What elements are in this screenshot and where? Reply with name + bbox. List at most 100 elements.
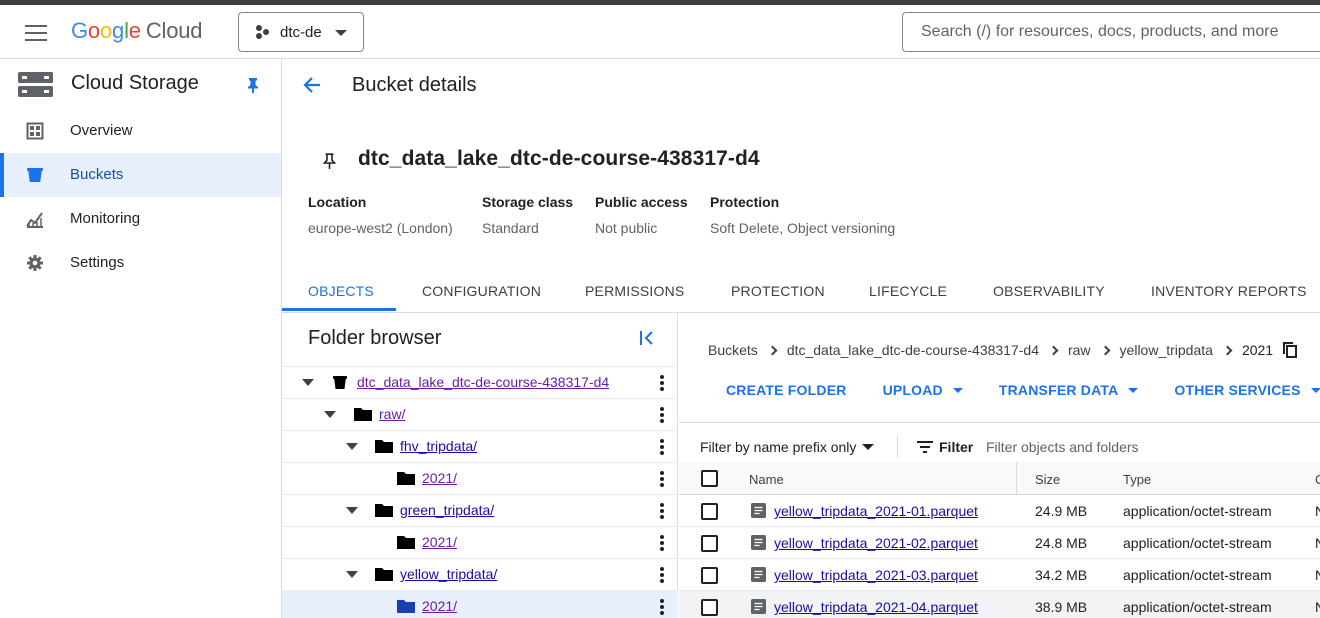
tree-node-label[interactable]: green_tripdata/ [400,502,494,518]
row-checkbox[interactable] [701,535,718,552]
select-all-checkbox[interactable] [701,470,718,487]
object-created: N [1315,535,1320,551]
object-size: 24.9 MB [1035,503,1088,519]
chevron-right-icon [1222,345,1233,355]
column-header-name[interactable]: Name [749,472,784,487]
chevron-right-icon [767,345,778,355]
tree-node-label[interactable]: yellow_tripdata/ [400,566,497,582]
tree-node-label[interactable]: 2021/ [422,470,457,486]
expand-arrow-icon[interactable] [302,379,314,386]
object-size: 34.2 MB [1035,567,1088,583]
bucket-name: dtc_data_lake_dtc-de-course-438317-d4 [358,147,760,170]
object-created: N [1315,567,1320,583]
tab-permissions[interactable]: PERMISSIONS [585,283,684,299]
filter-mode-label: Filter by name prefix only [700,439,857,455]
copy-icon[interactable] [1283,342,1298,358]
search-input[interactable]: Search (/) for resources, docs, products… [902,12,1320,52]
tree-node-folder[interactable]: 2021/ [282,526,678,558]
table-row: yellow_tripdata_2021-03.parquet 34.2 MB … [679,559,1320,591]
tree-node-folder[interactable]: fhv_tripdata/ [282,430,678,462]
tab-inventory-reports[interactable]: INVENTORY REPORTS [1151,283,1307,299]
breadcrumb-item[interactable]: dtc_data_lake_dtc-de-course-438317-d4 [787,342,1039,358]
more-vert-icon[interactable] [660,503,664,519]
pin-icon[interactable] [246,77,260,93]
more-vert-icon[interactable] [660,439,664,455]
more-vert-icon[interactable] [660,567,664,583]
tab-objects[interactable]: OBJECTS [308,283,374,299]
folder-icon [397,536,415,549]
sidebar-item-overview[interactable]: Overview [0,109,281,153]
tree-node-folder[interactable]: green_tripdata/ [282,494,678,526]
logo-letter: e [128,18,141,43]
breadcrumb-item[interactable]: yellow_tripdata [1120,342,1213,358]
column-header-type[interactable]: Type [1123,472,1151,487]
sidebar-item-label: Overview [70,122,133,139]
dropdown-arrow-icon [1128,387,1139,393]
more-vert-icon[interactable] [660,535,664,551]
table-row: yellow_tripdata_2021-01.parquet 24.9 MB … [679,495,1320,527]
folder-icon [375,440,393,453]
project-picker[interactable]: dtc-de [238,12,364,52]
expand-arrow-icon[interactable] [346,443,358,450]
tree-node-folder[interactable]: raw/ [282,398,678,430]
tree-node-label[interactable]: 2021/ [422,534,457,550]
object-name-link[interactable]: yellow_tripdata_2021-01.parquet [774,503,978,519]
tree-node-label[interactable]: fhv_tripdata/ [400,438,477,454]
chevron-right-icon [1048,345,1059,355]
action-label: UPLOAD [882,382,943,398]
row-checkbox[interactable] [701,567,718,584]
bucket-icon [333,376,347,389]
tab-protection[interactable]: PROTECTION [731,283,825,299]
object-name-link[interactable]: yellow_tripdata_2021-04.parquet [774,599,978,615]
object-type: application/octet-stream [1123,567,1272,583]
breadcrumb-item[interactable]: raw [1068,342,1091,358]
upload-button[interactable]: UPLOAD [883,382,963,398]
more-vert-icon[interactable] [660,407,664,423]
tab-configuration[interactable]: CONFIGURATION [422,283,541,299]
more-vert-icon[interactable] [660,471,664,487]
object-created: N [1315,503,1320,519]
expand-arrow-icon[interactable] [346,507,358,514]
action-label: OTHER SERVICES [1174,382,1301,398]
column-header-created[interactable]: C [1315,472,1320,487]
sidebar-item-settings[interactable]: Settings [0,241,281,285]
google-cloud-logo[interactable]: Google Cloud [71,18,202,44]
main-content: Bucket details dtc_data_lake_dtc-de-cour… [282,59,1320,618]
filter-input[interactable]: Filter objects and folders [986,439,1139,455]
column-header-size[interactable]: Size [1035,472,1060,487]
tree-node-folder[interactable]: yellow_tripdata/ [282,558,678,590]
info-value: europe-west2 (London) [308,220,453,236]
object-name-link[interactable]: yellow_tripdata_2021-02.parquet [774,535,978,551]
sidebar-item-monitoring[interactable]: Monitoring [0,197,281,241]
filter-mode-select[interactable]: Filter by name prefix only [700,439,875,455]
dropdown-arrow-icon [952,387,963,393]
expand-arrow-icon[interactable] [324,411,336,418]
tree-node-folder[interactable]: 2021/ [282,462,678,494]
breadcrumb-item[interactable]: Buckets [708,342,758,358]
tree-node-label[interactable]: 2021/ [422,598,457,614]
menu-icon[interactable] [25,25,47,41]
page-title: Bucket details [352,74,477,96]
tab-bar: OBJECTS CONFIGURATION PERMISSIONS PROTEC… [282,271,1320,313]
tree-node-label[interactable]: raw/ [379,406,405,422]
folder-icon [375,504,393,517]
tab-lifecycle[interactable]: LIFECYCLE [869,283,947,299]
other-services-button[interactable]: OTHER SERVICES [1174,382,1320,398]
pin-outline-icon[interactable] [323,153,336,170]
more-vert-icon[interactable] [660,599,664,615]
tree-node-label[interactable]: dtc_data_lake_dtc-de-course-438317-d4 [357,374,609,390]
back-arrow-icon[interactable] [302,75,322,95]
object-name-link[interactable]: yellow_tripdata_2021-03.parquet [774,567,978,583]
expand-arrow-icon[interactable] [346,571,358,578]
more-vert-icon[interactable] [660,375,664,391]
tab-observability[interactable]: OBSERVABILITY [993,283,1105,299]
row-checkbox[interactable] [701,599,718,616]
create-folder-button[interactable]: CREATE FOLDER [726,382,847,398]
tree-node-bucket[interactable]: dtc_data_lake_dtc-de-course-438317-d4 [282,366,678,398]
row-checkbox[interactable] [701,503,718,520]
tree-node-folder-selected[interactable]: 2021/ [282,590,678,618]
transfer-data-button[interactable]: TRANSFER DATA [999,382,1139,398]
sidebar-item-buckets[interactable]: Buckets [0,153,281,197]
collapse-panel-icon[interactable] [639,330,655,346]
sidebar-item-label: Settings [70,254,125,271]
